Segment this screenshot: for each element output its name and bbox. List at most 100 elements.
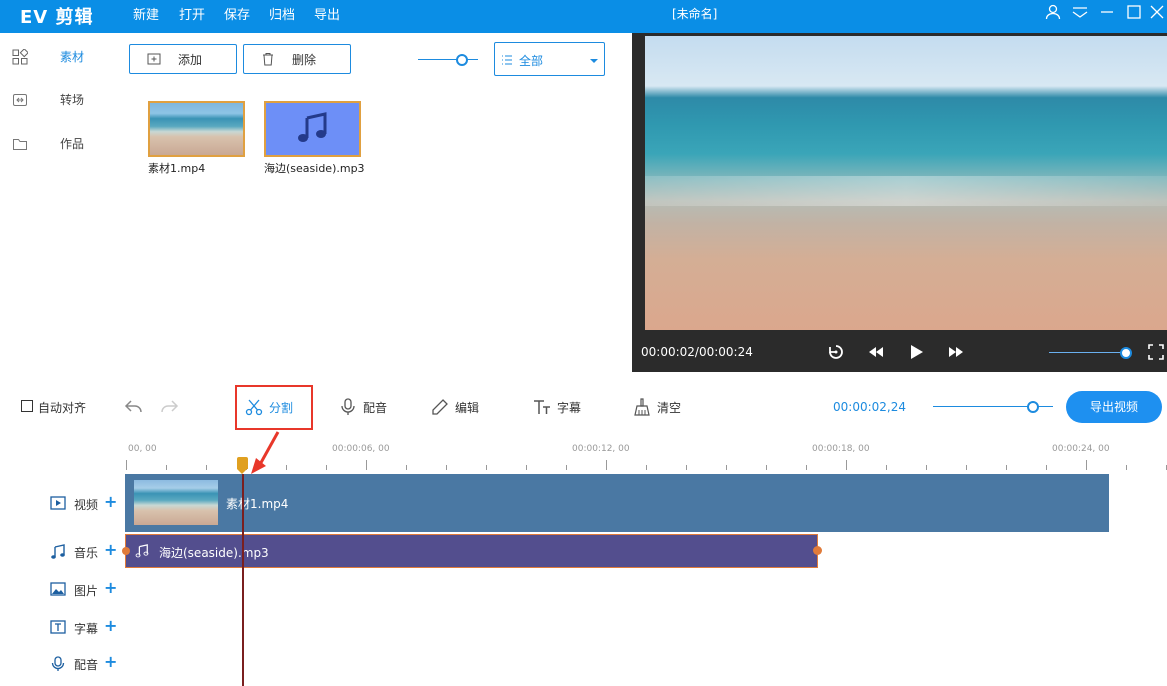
- document-title: [未命名]: [672, 7, 718, 21]
- add-dub-button[interactable]: +: [104, 652, 117, 671]
- sidebar-item-label: 作品: [60, 137, 85, 151]
- close-icon[interactable]: [1148, 3, 1167, 23]
- asset-name: 海边(seaside).mp3: [264, 162, 365, 175]
- subtitle-button[interactable]: 字幕: [533, 384, 593, 430]
- export-video-button[interactable]: 导出视频: [1066, 391, 1162, 423]
- ruler-label: 00:00:18, 00: [812, 444, 870, 454]
- user-icon[interactable]: [1044, 3, 1064, 23]
- ruler-tick: [326, 465, 327, 470]
- redo-icon[interactable]: [159, 398, 179, 416]
- delete-button-label: 删除: [292, 53, 317, 67]
- text-track-icon: [50, 620, 66, 634]
- rewind-icon[interactable]: [867, 343, 885, 361]
- ruler-label: 00:00:12, 00: [572, 444, 630, 454]
- add-video-button[interactable]: +: [104, 492, 117, 511]
- playhead-handle[interactable]: [237, 457, 248, 469]
- audio-clip-start-handle[interactable]: [122, 547, 130, 555]
- ruler-tick: [406, 465, 407, 470]
- checkbox-box[interactable]: [21, 400, 33, 412]
- ruler-tick: [446, 465, 447, 470]
- filter-select-value: 全部: [519, 54, 544, 68]
- asset-item-audio[interactable]: 海边(seaside).mp3: [264, 101, 365, 176]
- mic-track-icon: [51, 656, 65, 671]
- undo-icon[interactable]: [124, 398, 144, 416]
- folder-icon: [13, 139, 27, 150]
- add-music-button[interactable]: +: [104, 540, 117, 559]
- thumb-size-slider[interactable]: [418, 52, 478, 68]
- filter-select[interactable]: 全部: [494, 42, 605, 76]
- ruler-tick: [886, 465, 887, 470]
- volume-slider[interactable]: [1049, 345, 1134, 361]
- dub-button-label: 配音: [363, 401, 388, 415]
- title-bar: EV 剪辑 新建 打开 保存 归档 导出 [未命名]: [0, 0, 1167, 33]
- asset-thumbnail: [148, 101, 245, 157]
- ruler-label: 00, 00: [128, 444, 157, 454]
- music-note-icon: [298, 112, 327, 142]
- add-button[interactable]: 添加: [129, 44, 237, 74]
- slider-track: [418, 59, 478, 60]
- image-track-icon: [50, 582, 66, 596]
- edit-button[interactable]: 编辑: [431, 384, 491, 430]
- audio-clip-end-handle[interactable]: [813, 546, 822, 555]
- menu-archive[interactable]: 归档: [269, 4, 295, 23]
- sidebar-item-transition[interactable]: 转场: [12, 88, 112, 112]
- broom-icon: [634, 398, 650, 416]
- track-header-dub: 配音 +: [50, 652, 125, 674]
- maximize-icon[interactable]: [1125, 3, 1145, 23]
- split-button[interactable]: 分割: [245, 384, 305, 430]
- video-clip[interactable]: 素材1.mp4: [125, 474, 1109, 532]
- edit-button-label: 编辑: [455, 401, 480, 415]
- audio-clip[interactable]: 海边(seaside).mp3: [125, 534, 818, 568]
- asset-item-video[interactable]: 素材1.mp4: [148, 101, 245, 176]
- track-header-image: 图片 +: [50, 578, 125, 600]
- timeline-zoom-slider[interactable]: [933, 399, 1053, 415]
- music-track-icon: [51, 544, 65, 559]
- fast-forward-icon[interactable]: [947, 343, 965, 361]
- track-label: 音乐: [74, 546, 99, 560]
- add-subtitle-button[interactable]: +: [104, 616, 117, 635]
- replay-icon[interactable]: [827, 343, 845, 361]
- ruler-tick: [486, 465, 487, 470]
- ruler-tick: [206, 465, 207, 470]
- trash-icon: [263, 53, 273, 66]
- menu-open[interactable]: 打开: [179, 4, 205, 23]
- sidebar-item-works[interactable]: 作品: [12, 132, 112, 156]
- auto-align-checkbox[interactable]: 自动对齐: [21, 384, 101, 430]
- sidebar-item-material[interactable]: 素材: [12, 45, 112, 69]
- current-time: 00:00:02,24: [833, 400, 906, 414]
- fullscreen-icon[interactable]: [1148, 344, 1164, 360]
- text-icon: [534, 400, 550, 414]
- dropdown-menu-icon[interactable]: [1071, 3, 1091, 23]
- menu-save[interactable]: 保存: [224, 4, 250, 23]
- add-image-button[interactable]: +: [104, 578, 117, 597]
- music-note-icon: [135, 544, 149, 558]
- menu-export[interactable]: 导出: [314, 4, 340, 23]
- slider-handle[interactable]: [1027, 401, 1039, 413]
- dub-button[interactable]: 配音: [339, 384, 399, 430]
- sidebar-item-label: 转场: [60, 93, 85, 107]
- track-header-video: 视频 +: [50, 492, 125, 514]
- asset-thumbnail: [264, 101, 361, 157]
- delete-button[interactable]: 删除: [243, 44, 351, 74]
- minimize-icon[interactable]: [1098, 3, 1118, 23]
- track-label: 字幕: [74, 622, 99, 636]
- ruler-tick: [926, 465, 927, 470]
- menu-new[interactable]: 新建: [133, 4, 159, 23]
- slider-handle[interactable]: [1120, 347, 1132, 359]
- ruler-tick: [1086, 460, 1087, 470]
- add-button-label: 添加: [178, 53, 203, 67]
- clip-label: 素材1.mp4: [226, 497, 289, 511]
- ruler-label: 00:00:06, 00: [332, 444, 390, 454]
- slider-handle[interactable]: [456, 54, 468, 66]
- clear-button[interactable]: 清空: [633, 384, 693, 430]
- add-file-icon: [147, 53, 161, 65]
- asset-name: 素材1.mp4: [148, 162, 206, 175]
- ruler-tick: [966, 465, 967, 470]
- track-label: 配音: [74, 658, 99, 672]
- play-icon[interactable]: [907, 343, 925, 361]
- ruler-tick: [766, 465, 767, 470]
- track-label: 图片: [74, 584, 99, 598]
- ruler-label: 00:00:24, 00: [1052, 444, 1110, 454]
- app-logo: EV 剪辑: [20, 7, 94, 28]
- ruler-tick: [846, 460, 847, 470]
